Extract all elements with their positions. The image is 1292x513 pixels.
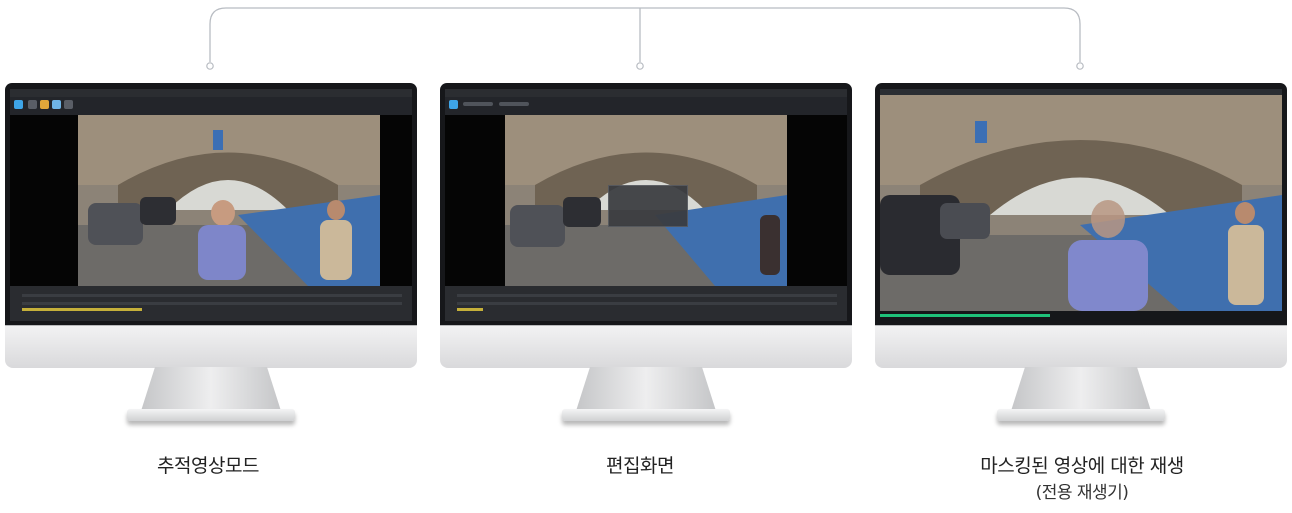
app-logo-icon bbox=[449, 100, 458, 109]
video-preview bbox=[10, 115, 412, 286]
tool-icon[interactable] bbox=[64, 100, 73, 109]
monitor-base bbox=[562, 409, 730, 421]
app-toolbar bbox=[445, 97, 847, 115]
player-screen bbox=[880, 89, 1282, 321]
timeline-track bbox=[457, 294, 837, 297]
timeline-track bbox=[22, 302, 402, 305]
player-controls[interactable] bbox=[880, 311, 1282, 321]
monitor-neck bbox=[141, 367, 281, 411]
monitor-bezel bbox=[440, 83, 852, 325]
monitor-base bbox=[997, 409, 1165, 421]
caption-dedicated-player: (전용 재생기) bbox=[1035, 483, 1129, 503]
tracking-segment bbox=[22, 308, 142, 311]
monitor-tracking bbox=[5, 83, 417, 428]
monitor-base bbox=[127, 409, 295, 421]
caption-editing-screen: 편집화면 bbox=[606, 455, 674, 477]
app-titlebar bbox=[445, 89, 847, 97]
menu-icon[interactable] bbox=[463, 102, 493, 106]
app-logo-icon bbox=[14, 100, 23, 109]
playback-progress-bar[interactable] bbox=[880, 314, 1050, 317]
street-video-frame bbox=[78, 115, 380, 286]
monitor-bezel bbox=[875, 83, 1287, 325]
monitor-neck bbox=[576, 367, 716, 411]
connector-bracket bbox=[206, 7, 1084, 70]
caption-tracking-mode: 추적영상모드 bbox=[157, 455, 259, 477]
masked-video-frame bbox=[880, 95, 1282, 311]
monitor-neck bbox=[1011, 367, 1151, 411]
monitor-editing bbox=[440, 83, 852, 428]
edit-segment bbox=[457, 308, 483, 311]
app-toolbar bbox=[10, 97, 412, 115]
monitor-chin bbox=[875, 325, 1287, 368]
tool-icon[interactable] bbox=[28, 100, 37, 109]
timeline-track bbox=[457, 302, 837, 305]
monitor-chin bbox=[5, 325, 417, 368]
timeline-track bbox=[22, 294, 402, 297]
edit-dialog[interactable] bbox=[608, 185, 688, 227]
tool-icon[interactable] bbox=[52, 100, 61, 109]
monitor-bezel bbox=[5, 83, 417, 325]
tool-icon[interactable] bbox=[40, 100, 49, 109]
app-titlebar bbox=[10, 89, 412, 97]
editing-app-screen bbox=[445, 89, 847, 321]
tracking-app-screen bbox=[10, 89, 412, 321]
timeline-panel[interactable] bbox=[445, 286, 847, 321]
monitor-chin bbox=[440, 325, 852, 368]
caption-masked-playback: 마스킹된 영상에 대한 재생 bbox=[980, 455, 1184, 477]
video-preview bbox=[445, 115, 847, 286]
timeline-panel[interactable] bbox=[10, 286, 412, 321]
menu-icon[interactable] bbox=[499, 102, 529, 106]
monitor-playback bbox=[875, 83, 1287, 428]
